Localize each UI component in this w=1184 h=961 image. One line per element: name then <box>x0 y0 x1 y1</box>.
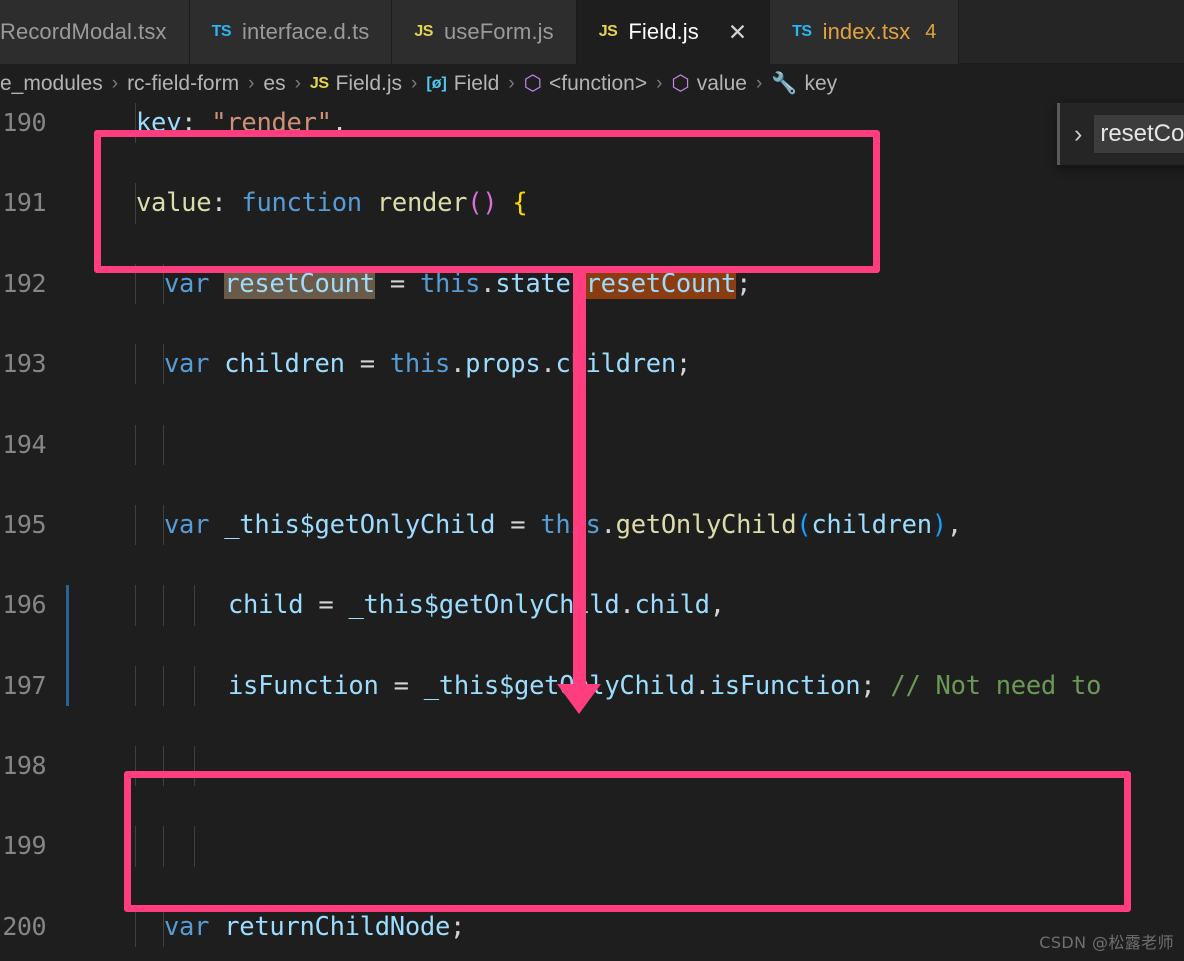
ts-file-icon: TS <box>792 23 812 40</box>
breadcrumb-label: <function> <box>549 71 648 95</box>
chevron-right-icon: › <box>248 72 255 94</box>
chevron-right-icon: › <box>111 72 119 94</box>
vscode-window: RecordModal.tsx TS interface.d.ts JS use… <box>0 0 1184 961</box>
chevron-right-icon: › <box>656 72 663 94</box>
line-number: 197 <box>2 670 46 700</box>
line-number: 200 <box>2 911 46 941</box>
breadcrumb-item-rc-field-form[interactable]: rc-field-form <box>127 72 239 96</box>
line-number: 191 <box>2 188 46 218</box>
cube-icon: ⬡ <box>671 72 690 95</box>
breadcrumb-label: e_modules <box>0 71 103 95</box>
breadcrumb-label: rc-field-form <box>127 71 240 95</box>
line-number: 196 <box>2 590 46 620</box>
code-line[interactable]: 198 <box>0 746 1184 787</box>
js-file-icon: JS <box>414 23 433 40</box>
breadcrumb-item-field-symbol[interactable]: [ø] Field <box>426 72 499 96</box>
chevron-right-icon: › <box>294 72 301 94</box>
code-line[interactable]: 192 var resetCount = this.state.resetCou… <box>0 263 1184 304</box>
js-file-icon: JS <box>309 74 329 92</box>
js-file-icon: JS <box>598 23 618 40</box>
tab-label: useForm.js <box>443 19 554 44</box>
line-content: var resetCount = this.state.resetCount; <box>164 268 752 299</box>
line-content: var children = this.props.children; <box>164 349 691 380</box>
breadcrumb-label: es <box>263 71 286 95</box>
chevron-right-icon: › <box>755 72 763 94</box>
line-number: 193 <box>2 349 46 379</box>
breadcrumb-label: key <box>804 71 838 95</box>
chevron-right-icon: › <box>411 72 418 94</box>
code-editor[interactable]: 190 key: "render", 191 value: function r… <box>0 103 1184 961</box>
tab-useform-js[interactable]: JS useForm.js <box>392 0 577 64</box>
code-line[interactable]: 190 key: "render", <box>0 103 1184 144</box>
line-number: 192 <box>2 268 46 298</box>
tab-problem-badge: 4 <box>925 20 937 43</box>
chevron-right-icon: › <box>1074 119 1083 148</box>
breadcrumb-item-es[interactable]: es <box>263 72 285 96</box>
breadcrumb-item-key-symbol[interactable]: 🔧 key <box>771 72 837 96</box>
tab-label: Field.js <box>628 19 699 44</box>
breadcrumb-label: value <box>696 71 747 95</box>
breadcrumb-item-field-js[interactable]: JS Field.js <box>310 72 402 96</box>
breadcrumb-item-node-modules[interactable]: e_modules <box>0 72 103 96</box>
chevron-right-icon: › <box>508 72 515 94</box>
watermark: CSDN @松露老师 <box>1039 933 1174 952</box>
code-lines: 190 key: "render", 191 value: function r… <box>0 103 1184 961</box>
line-number: 190 <box>2 108 46 137</box>
close-icon[interactable]: ✕ <box>728 20 747 44</box>
tab-label: RecordModal.tsx <box>0 19 167 44</box>
tab-label: interface.d.ts <box>242 19 370 44</box>
occurrence-highlight-write: resetCount <box>224 268 375 299</box>
ts-file-icon: TS <box>211 23 232 40</box>
wrench-icon: 🔧 <box>771 71 798 95</box>
code-line[interactable]: 200 var returnChildNode; <box>0 906 1184 948</box>
tab-bar-filler <box>959 0 1184 63</box>
tab-index-tsx[interactable]: TS index.tsx 4 <box>770 0 960 64</box>
rename-input[interactable]: resetCo <box>1094 115 1184 153</box>
line-content: key: "render", <box>136 108 347 138</box>
code-line[interactable]: 191 value: function render() { <box>0 183 1184 224</box>
line-number: 198 <box>2 751 46 781</box>
line-content: value: function render() { <box>136 188 528 219</box>
code-line[interactable]: 199 <box>0 826 1184 867</box>
code-line[interactable]: 195 var _this$getOnlyChild = this.getOnl… <box>0 504 1184 546</box>
tab-recordmodal-tsx[interactable]: RecordModal.tsx <box>0 0 190 64</box>
editor-tab-bar: RecordModal.tsx TS interface.d.ts JS use… <box>0 0 1184 64</box>
code-line[interactable]: 193 var children = this.props.children; <box>0 344 1184 385</box>
tab-label: index.tsx <box>822 19 911 44</box>
line-content: var returnChildNode; <box>164 911 466 942</box>
class-icon: [ø] <box>426 74 447 92</box>
breadcrumb-item-function-symbol[interactable]: ⬡ <function> <box>524 71 647 96</box>
line-number: 199 <box>2 831 46 861</box>
line-content: var _this$getOnlyChild = this.getOnlyChi… <box>164 509 962 540</box>
occurrence-highlight-read: resetCount <box>585 268 737 299</box>
tab-field-js[interactable]: JS Field.js ✕ <box>576 0 771 64</box>
line-number: 195 <box>2 509 46 539</box>
breadcrumb-label: Field.js <box>335 71 403 95</box>
line-content: child = _this$getOnlyChild.child, <box>228 590 725 621</box>
cube-icon: ⬡ <box>523 72 542 95</box>
code-line[interactable]: 194 <box>0 424 1184 465</box>
rename-input-widget[interactable]: › resetCo <box>1057 103 1184 165</box>
breadcrumb: e_modules › rc-field-form › es › JS Fiel… <box>0 64 1184 103</box>
line-number: 194 <box>2 429 46 459</box>
code-line[interactable]: 196 child = _this$getOnlyChild.child, <box>0 585 1184 626</box>
breadcrumb-item-value-symbol[interactable]: ⬡ value <box>671 71 747 96</box>
tab-interface-d-ts[interactable]: TS interface.d.ts <box>189 0 393 64</box>
line-content: isFunction = _this$getOnlyChild.isFuncti… <box>228 670 1102 701</box>
breadcrumb-label: Field <box>453 71 500 95</box>
code-line[interactable]: 197 isFunction = _this$getOnlyChild.isFu… <box>0 665 1184 706</box>
